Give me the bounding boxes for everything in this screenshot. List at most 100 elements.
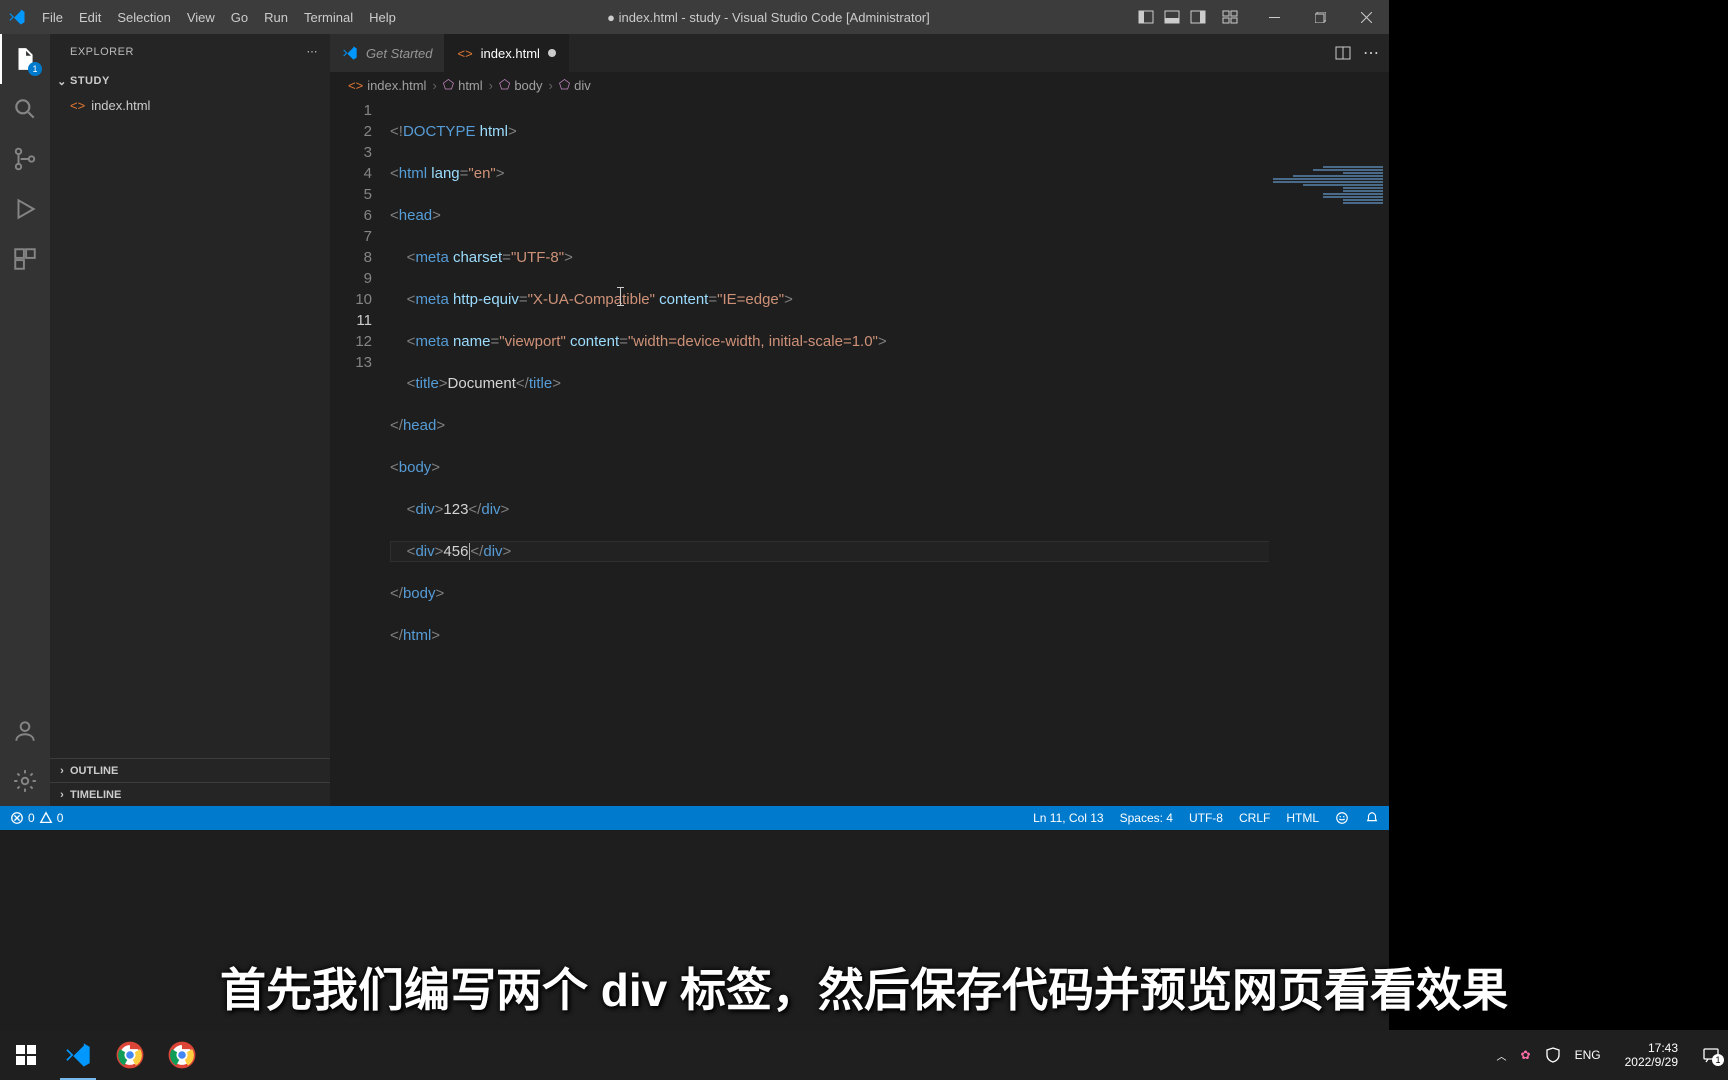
activity-extensions[interactable] (0, 234, 50, 284)
menu-selection[interactable]: Selection (109, 0, 178, 34)
warning-icon (39, 811, 53, 825)
toggle-primary-sidebar-icon[interactable] (1133, 0, 1159, 34)
line-gutter: 12345678910111213 (330, 98, 390, 806)
error-icon (10, 811, 24, 825)
tab-get-started[interactable]: Get Started (330, 34, 445, 72)
sidebar-header: EXPLORER ⋯ (50, 34, 330, 69)
symbol-icon: ⬠ (559, 77, 570, 93)
notification-count: 1 (1712, 1054, 1724, 1066)
breadcrumb-label: index.html (367, 78, 426, 93)
activity-explorer[interactable]: 1 (0, 34, 50, 84)
tab-index-html[interactable]: <> index.html (445, 34, 568, 72)
tray-overflow-icon[interactable]: ︿ (1497, 1048, 1507, 1063)
chevron-down-icon: ⌄ (54, 75, 70, 88)
status-notifications-icon[interactable] (1365, 811, 1379, 825)
outline-label: OUTLINE (70, 765, 118, 777)
menu-run[interactable]: Run (256, 0, 296, 34)
activity-bar: 1 (0, 34, 50, 806)
menu-view[interactable]: View (179, 0, 223, 34)
activity-run-debug[interactable] (0, 184, 50, 234)
status-language[interactable]: HTML (1286, 811, 1319, 825)
windows-logo-icon (16, 1045, 36, 1065)
chevron-right-icon: › (54, 789, 70, 801)
editor-tabs: Get Started <> index.html ⋯ (330, 34, 1389, 72)
status-eol[interactable]: CRLF (1239, 811, 1270, 825)
ibeam-cursor-icon (620, 287, 621, 306)
file-item-index-html[interactable]: <> index.html (50, 93, 330, 117)
outline-panel[interactable]: › OUTLINE (50, 758, 330, 782)
sidebar-explorer: EXPLORER ⋯ ⌄ STUDY <> index.html › OUTLI… (50, 34, 330, 806)
taskbar-vscode[interactable] (52, 1030, 104, 1080)
timeline-label: TIMELINE (70, 789, 121, 801)
error-count: 0 (28, 811, 35, 825)
menu-edit[interactable]: Edit (71, 0, 109, 34)
menu-file[interactable]: File (34, 0, 71, 34)
file-name: index.html (91, 98, 150, 113)
close-button[interactable] (1343, 0, 1389, 34)
maximize-button[interactable] (1297, 0, 1343, 34)
chrome-icon (168, 1041, 196, 1069)
minimize-button[interactable] (1251, 0, 1297, 34)
folder-name: STUDY (70, 75, 110, 87)
minimap[interactable] (1269, 162, 1389, 806)
explorer-badge: 1 (28, 62, 42, 76)
breadcrumb-label: body (514, 78, 542, 93)
taskbar-chrome-1[interactable] (104, 1030, 156, 1080)
toggle-panel-icon[interactable] (1159, 0, 1185, 34)
html-file-icon: <> (70, 98, 85, 113)
more-actions-icon[interactable]: ⋯ (1363, 43, 1379, 63)
tab-label: Get Started (366, 46, 432, 61)
status-cursor-position[interactable]: Ln 11, Col 13 (1033, 811, 1104, 825)
timeline-panel[interactable]: › TIMELINE (50, 782, 330, 806)
status-indentation[interactable]: Spaces: 4 (1120, 811, 1173, 825)
status-encoding[interactable]: UTF-8 (1189, 811, 1223, 825)
vscode-logo-icon (0, 8, 34, 26)
breadcrumbs: <>index.html › ⬠html › ⬠body › ⬠div (330, 72, 1389, 98)
breadcrumb-div[interactable]: ⬠div (559, 77, 591, 93)
html-file-icon: <> (348, 78, 363, 93)
customize-layout-icon[interactable] (1217, 0, 1243, 34)
tray-time: 17:43 (1625, 1041, 1678, 1055)
code-content[interactable]: <!DOCTYPE html> <html lang="en"> <head> … (390, 98, 1389, 806)
menu-terminal[interactable]: Terminal (296, 0, 361, 34)
breadcrumb-separator-icon: › (432, 78, 436, 93)
start-button[interactable] (0, 1030, 52, 1080)
status-bar: 0 0 Ln 11, Col 13 Spaces: 4 UTF-8 CRLF H… (0, 806, 1389, 830)
menu-bar: File Edit Selection View Go Run Terminal… (34, 0, 404, 34)
toggle-secondary-sidebar-icon[interactable] (1185, 0, 1211, 34)
tray-security-icon[interactable] (1545, 1047, 1561, 1063)
tray-clock[interactable]: 17:43 2022/9/29 (1615, 1041, 1688, 1069)
breadcrumb-separator-icon: › (489, 78, 493, 93)
menu-help[interactable]: Help (361, 0, 404, 34)
chrome-icon (116, 1041, 144, 1069)
tray-ime-language[interactable]: ENG (1575, 1048, 1601, 1062)
tray-notifications[interactable]: 1 (1702, 1046, 1720, 1064)
tray-app-icon[interactable]: ✿ (1521, 1048, 1531, 1062)
menu-go[interactable]: Go (223, 0, 256, 34)
breadcrumb-file[interactable]: <> index.html (348, 78, 426, 93)
sidebar-title: EXPLORER (70, 46, 134, 58)
system-tray: ︿ ✿ ENG 17:43 2022/9/29 1 (1489, 1041, 1728, 1069)
split-editor-icon[interactable] (1335, 45, 1351, 61)
titlebar: File Edit Selection View Go Run Terminal… (0, 0, 1389, 34)
status-feedback-icon[interactable] (1335, 811, 1349, 825)
activity-source-control[interactable] (0, 134, 50, 184)
html-file-icon: <> (457, 46, 472, 61)
video-subtitle: 首先我们编写两个 div 标签，然后保存代码并预览网页看看效果 (0, 954, 1728, 1020)
editor-group: Get Started <> index.html ⋯ <> index.html… (330, 34, 1389, 806)
activity-settings[interactable] (0, 756, 50, 806)
code-editor[interactable]: 12345678910111213 <!DOCTYPE html> <html … (330, 98, 1389, 806)
breadcrumb-body[interactable]: ⬠ body (499, 77, 543, 93)
status-errors[interactable]: 0 0 (10, 811, 63, 825)
breadcrumb-html[interactable]: ⬠html (443, 77, 483, 93)
taskbar-chrome-2[interactable] (156, 1030, 208, 1080)
tray-date: 2022/9/29 (1625, 1055, 1678, 1069)
folder-header[interactable]: ⌄ STUDY (50, 69, 330, 93)
warning-count: 0 (57, 811, 64, 825)
activity-accounts[interactable] (0, 706, 50, 756)
chevron-right-icon: › (54, 765, 70, 777)
tab-label: index.html (481, 46, 540, 61)
activity-search[interactable] (0, 84, 50, 134)
sidebar-more-icon[interactable]: ⋯ (307, 45, 319, 58)
symbol-icon: ⬠ (499, 77, 510, 93)
